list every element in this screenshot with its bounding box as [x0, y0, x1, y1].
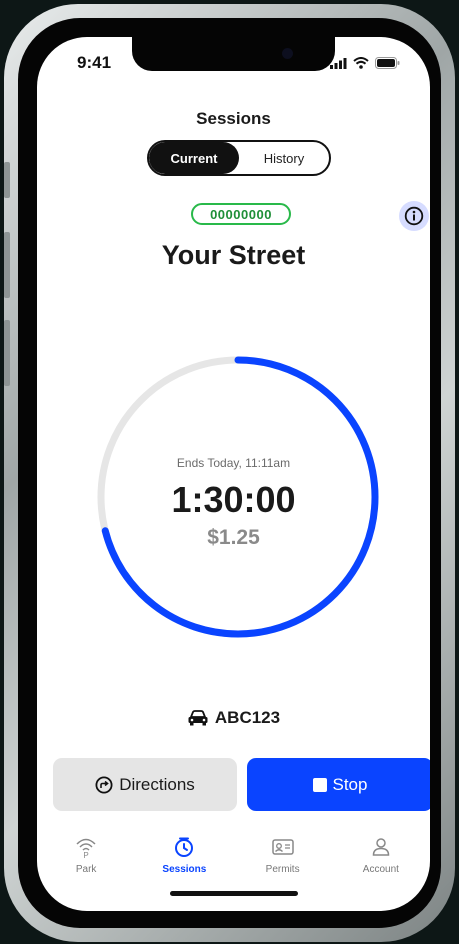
- street-name: Your Street: [161, 240, 306, 270]
- tab-permits[interactable]: Permits: [234, 835, 332, 895]
- battery-icon: [375, 57, 400, 69]
- tab-park[interactable]: P Park: [37, 835, 135, 895]
- timer-icon: [175, 837, 194, 857]
- page-title: Sessions: [196, 109, 271, 128]
- app-screen: 9:41 Sessions Current History 00000000 Y…: [37, 37, 430, 911]
- directions-icon: [95, 776, 113, 793]
- plate-text: ABC123: [214, 708, 281, 727]
- segment-history[interactable]: History: [239, 142, 329, 174]
- volume-up-button: [4, 232, 10, 298]
- segment-current[interactable]: Current: [149, 142, 239, 174]
- session-end-time: Ends Today, 11:11am: [176, 456, 291, 470]
- info-button[interactable]: [399, 201, 429, 231]
- session-cost: $1.25: [207, 526, 260, 549]
- stop-button[interactable]: Stop: [247, 758, 430, 811]
- id-card-icon: [271, 839, 294, 855]
- svg-text:P: P: [83, 851, 88, 859]
- phone-frame: 9:41 Sessions Current History 00000000 Y…: [4, 4, 455, 942]
- status-time: 9:41: [77, 53, 112, 72]
- time-remaining: 1:30:00: [171, 479, 296, 520]
- home-indicator: [170, 891, 298, 896]
- tab-park-label: Park: [75, 864, 97, 875]
- tab-bar: P Park Sessions Permits Account: [37, 835, 430, 895]
- notch: [132, 37, 335, 71]
- mute-switch: [4, 162, 10, 198]
- tab-sessions[interactable]: Sessions: [135, 835, 233, 895]
- session-segmented-control: Current History: [147, 140, 331, 176]
- vehicle-plate: ABC123: [37, 708, 430, 728]
- wifi-icon: [353, 57, 369, 69]
- car-icon: [188, 710, 208, 726]
- status-icons: [330, 57, 400, 69]
- volume-down-button: [4, 320, 10, 386]
- directions-button[interactable]: Directions: [53, 758, 237, 811]
- stop-label: Stop: [332, 774, 368, 794]
- camera-dot: [282, 48, 293, 59]
- info-icon: [404, 206, 424, 226]
- signal-icon: [330, 57, 347, 69]
- person-icon: [372, 838, 390, 856]
- tab-account[interactable]: Account: [332, 835, 430, 895]
- tab-account-label: Account: [362, 864, 399, 875]
- stop-icon: [312, 777, 327, 792]
- zone-code-badge: 00000000: [191, 203, 291, 225]
- tab-permits-label: Permits: [265, 864, 300, 875]
- directions-label: Directions: [119, 774, 195, 794]
- park-icon: P: [76, 838, 96, 859]
- tab-sessions-label: Sessions: [162, 864, 207, 875]
